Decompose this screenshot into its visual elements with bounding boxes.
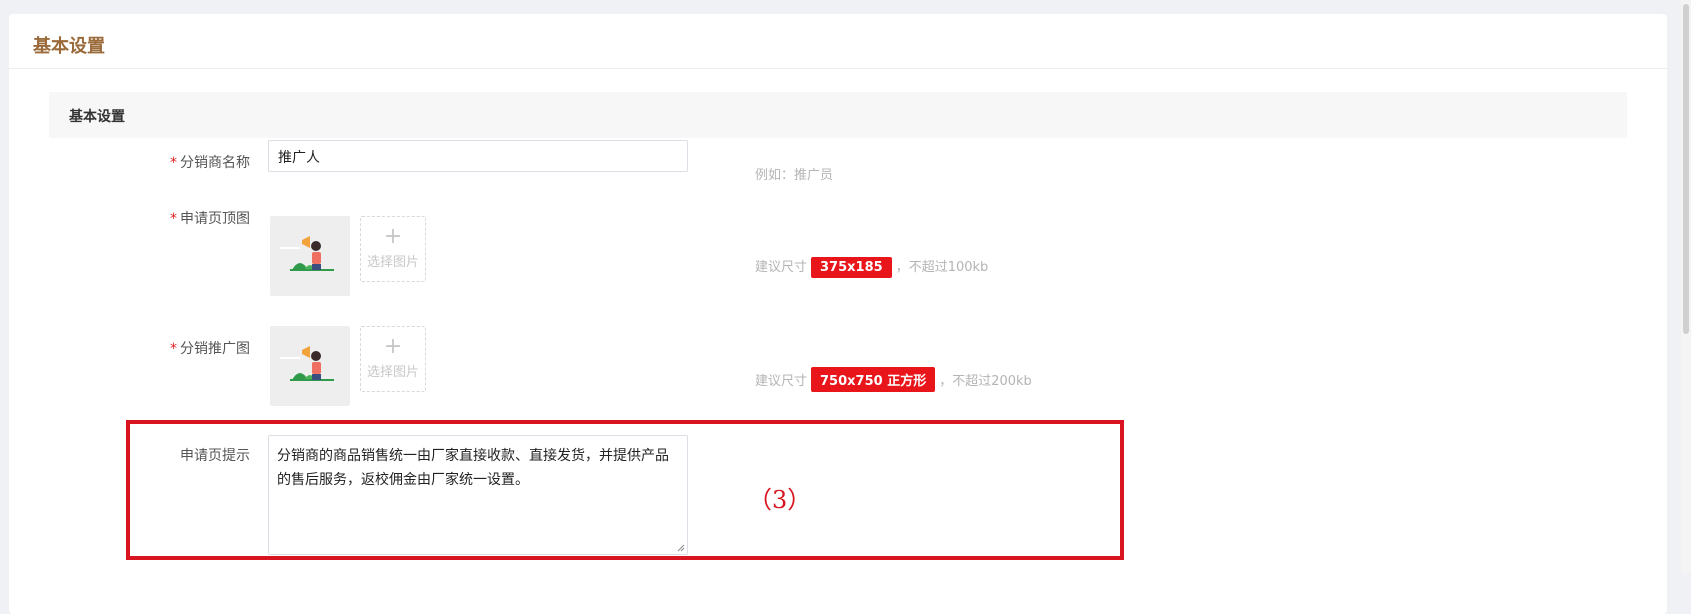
- required-mark: *: [170, 211, 177, 227]
- scrollbar-thumb[interactable]: [1683, 4, 1689, 334]
- promo-illustration-icon: [280, 226, 340, 286]
- apply-header-label: * 申请页顶图: [138, 208, 250, 228]
- annotation-label: （3）: [748, 486, 812, 514]
- size-badge: 750x750 正方形: [811, 367, 936, 392]
- promo-illustration-icon: [280, 336, 340, 396]
- promo-image-upload-button[interactable]: + 选择图片: [360, 326, 426, 392]
- distributor-name-input[interactable]: 推广人: [268, 140, 688, 172]
- name-hint: 例如：推广员: [755, 168, 834, 183]
- plus-icon: +: [383, 334, 403, 359]
- annotation-highlight-box: [126, 420, 1124, 560]
- page-title: 基本设置: [33, 36, 105, 57]
- apply-header-thumbnail[interactable]: [270, 216, 350, 296]
- size-badge: 375x185: [811, 257, 892, 278]
- promo-image-thumbnail[interactable]: [270, 326, 350, 406]
- name-label: * 分销商名称: [138, 152, 250, 172]
- name-label-text: 分销商名称: [180, 155, 250, 171]
- promo-image-hint: 建议尺寸 750x750 正方形 ，不超过200kb: [755, 367, 1032, 392]
- section-title: 基本设置: [69, 109, 125, 125]
- apply-header-upload-button[interactable]: + 选择图片: [360, 216, 426, 282]
- required-mark: *: [170, 341, 177, 357]
- hint-suffix: ，不超过200kb: [939, 374, 1032, 389]
- apply-header-label-text: 申请页顶图: [180, 211, 250, 227]
- required-mark: *: [170, 155, 177, 171]
- title-divider: [9, 68, 1667, 69]
- upload-label: 选择图片: [366, 365, 419, 380]
- section-header: 基本设置: [49, 92, 1627, 138]
- hint-prefix: 建议尺寸: [755, 260, 808, 275]
- promo-image-label-text: 分销推广图: [180, 341, 250, 357]
- page-scrollbar[interactable]: [1681, 0, 1691, 573]
- upload-label: 选择图片: [366, 255, 419, 270]
- plus-icon: +: [383, 224, 403, 249]
- apply-header-hint: 建议尺寸 375x185 ，不超过100kb: [755, 256, 988, 278]
- promo-image-label: * 分销推广图: [138, 338, 250, 358]
- hint-prefix: 建议尺寸: [755, 374, 808, 389]
- hint-suffix: ，不超过100kb: [895, 260, 989, 275]
